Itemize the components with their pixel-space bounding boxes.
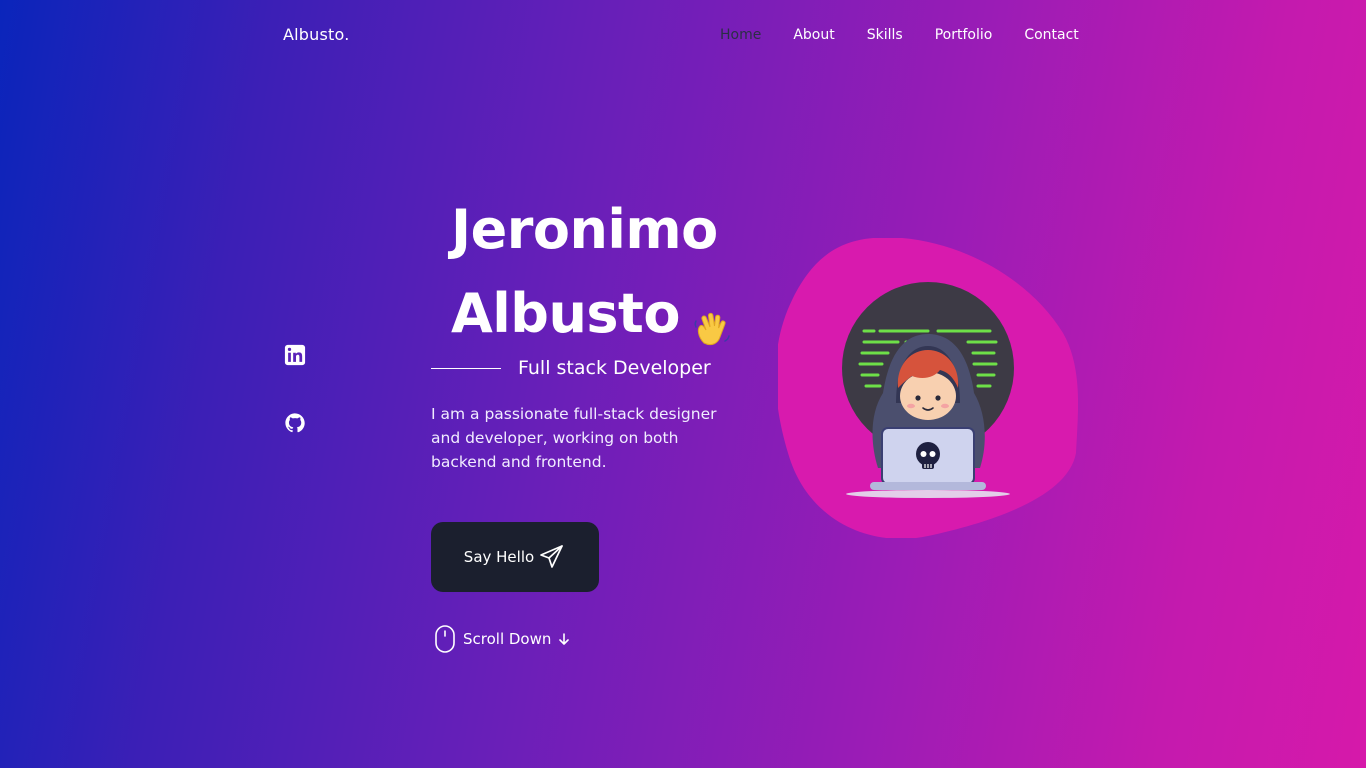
subtitle-divider: [431, 367, 501, 369]
nav-contact[interactable]: Contact: [1024, 27, 1078, 43]
scroll-down-label: Scroll Down: [463, 630, 552, 648]
waving-hand-icon: [692, 291, 732, 346]
logo[interactable]: Albusto.: [283, 25, 350, 44]
hero-last-name: Albusto: [451, 282, 680, 345]
say-hello-label: Say Hello: [463, 548, 535, 566]
scroll-down-link[interactable]: Scroll Down: [434, 624, 571, 654]
nav-about[interactable]: About: [793, 27, 834, 43]
hero-first-name: Jeronimo: [451, 198, 718, 261]
avatar-illustration: [775, 237, 1079, 539]
say-hello-button[interactable]: Say Hello: [431, 522, 599, 592]
subtitle-row: Full stack Developer: [431, 357, 711, 379]
nav-portfolio[interactable]: Portfolio: [935, 27, 993, 43]
arrow-down-icon: [559, 633, 570, 645]
main-nav: Home About Skills Portfolio Contact: [720, 27, 1079, 43]
nav-skills[interactable]: Skills: [867, 27, 903, 43]
hero-subtitle: Full stack Developer: [518, 357, 711, 379]
hero-description: I am a passionate full-stack designer an…: [431, 405, 717, 471]
mouse-icon: [435, 625, 455, 653]
github-icon[interactable]: [284, 412, 306, 434]
hero-title: Jeronimo Albusto: [451, 188, 732, 356]
nav-home[interactable]: Home: [720, 27, 761, 43]
paper-plane-icon: [540, 545, 564, 568]
linkedin-icon[interactable]: [284, 344, 306, 366]
